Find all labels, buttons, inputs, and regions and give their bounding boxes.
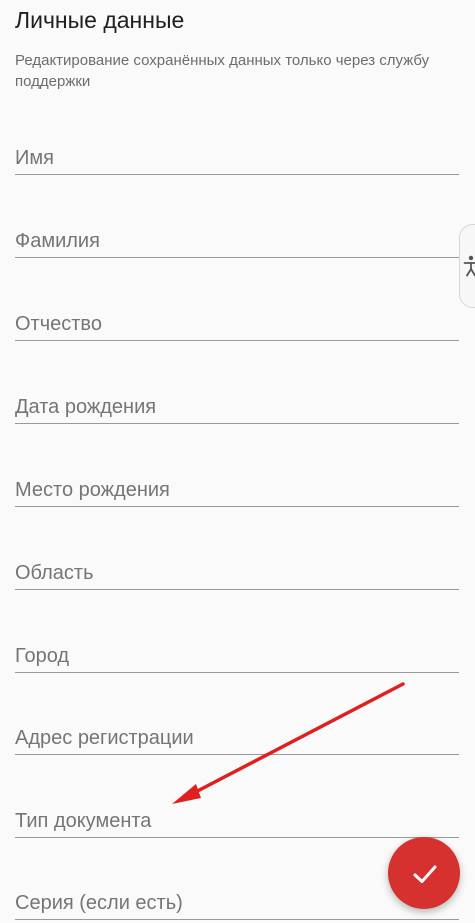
city-field[interactable]: Город <box>15 633 459 673</box>
accessibility-button[interactable] <box>459 224 475 308</box>
registration-address-field[interactable]: Адрес регистрации <box>15 715 459 755</box>
birth-place-field[interactable]: Место рождения <box>15 467 459 507</box>
save-button[interactable] <box>388 837 460 909</box>
page-title: Личные данные <box>15 7 185 33</box>
first-name-field[interactable]: Имя <box>15 135 459 175</box>
field-label: Фамилия <box>15 230 100 252</box>
field-label: Область <box>15 562 94 584</box>
region-field[interactable]: Область <box>15 550 459 590</box>
page-subtitle: Редактирование сохранённых данных только… <box>15 52 430 90</box>
field-label: Отчество <box>15 313 102 335</box>
field-label: Серия (если есть) <box>15 892 183 914</box>
field-label: Адрес регистрации <box>15 727 194 749</box>
field-label: Тип документа <box>15 810 152 832</box>
field-label: Город <box>15 645 70 667</box>
birth-date-field[interactable]: Дата рождения <box>15 384 459 424</box>
last-name-field[interactable]: Фамилия <box>15 218 459 258</box>
check-icon <box>413 865 437 883</box>
patronymic-field[interactable]: Отчество <box>15 301 459 341</box>
field-label: Дата рождения <box>15 396 157 418</box>
field-label: Имя <box>15 147 54 169</box>
field-label: Место рождения <box>15 479 170 501</box>
accessibility-icon <box>463 255 475 277</box>
document-type-field[interactable]: Тип документа <box>15 798 459 838</box>
